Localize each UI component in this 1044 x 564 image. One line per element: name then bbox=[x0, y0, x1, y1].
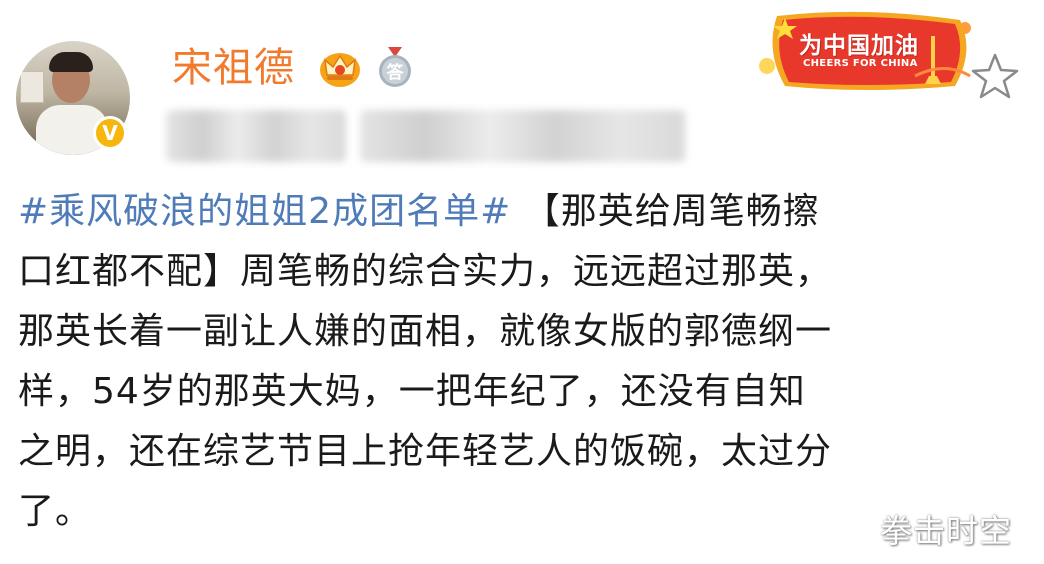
username-link[interactable]: 宋祖德 bbox=[172, 44, 295, 92]
banner-subtitle: CHEERS FOR CHINA bbox=[803, 58, 918, 69]
banner-title: 为中国加油 bbox=[799, 33, 919, 59]
post-text: 那英长着一副让人嫌的面相，就像女版的郭德纲一 bbox=[18, 311, 833, 352]
medal-answer-icon: 答 bbox=[379, 47, 411, 87]
avatar-background-frame bbox=[20, 71, 44, 103]
post-text: 了。 bbox=[18, 491, 93, 532]
post-text: 【那英给周笔畅擦 bbox=[523, 191, 820, 232]
post-text: 样，54岁的那英大妈，一把年纪了，还没有自知 bbox=[18, 371, 806, 412]
avatar-hair bbox=[49, 52, 93, 72]
watermark: 拳击时空 bbox=[880, 512, 1013, 550]
cheers-for-china-banner[interactable]: 为中国加油 CHEERS FOR CHINA bbox=[755, 6, 985, 96]
post-text: 口红都不配】周笔畅的综合实力，远远超过那英， bbox=[18, 251, 833, 292]
blurred-user-info bbox=[360, 110, 685, 162]
crown-icon bbox=[320, 53, 360, 87]
hashtag-link[interactable]: #乘风破浪的姐姐2成团名单# bbox=[18, 191, 511, 232]
blurred-user-info bbox=[166, 110, 346, 162]
post-text: 之明，还在综艺节目上抢年轻艺人的饭碗，太过分 bbox=[18, 431, 833, 472]
post-content: #乘风破浪的姐姐2成团名单# 【那英给周笔畅擦 口红都不配】周笔畅的综合实力，远… bbox=[18, 182, 1018, 542]
medal-label: 答 bbox=[387, 62, 405, 83]
verified-badge-icon: V bbox=[93, 116, 127, 150]
star-icon[interactable] bbox=[970, 52, 1020, 102]
